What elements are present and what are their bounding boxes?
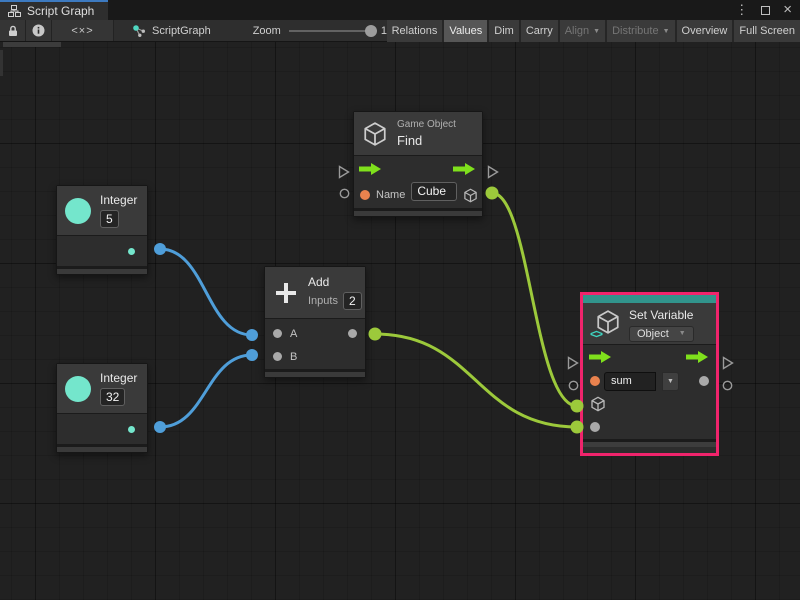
wire-endpoint[interactable]: [154, 421, 166, 433]
output-port-sum[interactable]: [348, 329, 357, 338]
flow-output-arrow-icon[interactable]: [686, 351, 710, 363]
lock-icon: [7, 25, 19, 37]
flow-output-arrow-icon[interactable]: [453, 163, 477, 175]
integer-type-icon: [65, 376, 91, 402]
input-port-b[interactable]: [273, 352, 282, 361]
node-title: Add: [308, 275, 362, 289]
dim-button[interactable]: Dim: [489, 20, 519, 42]
window-tab-bar: Script Graph ⋮ ×: [0, 0, 800, 20]
add-icon: [273, 280, 299, 306]
zoom-slider-handle[interactable]: [365, 25, 377, 37]
wire-integer5-to-add-a[interactable]: [160, 249, 252, 335]
maximize-icon[interactable]: [761, 6, 770, 15]
wire-endpoint[interactable]: [369, 328, 382, 341]
code-view-button[interactable]: <×>: [52, 20, 114, 41]
flow-output-terminal[interactable]: [487, 165, 499, 179]
gameobject-cube-icon: [362, 121, 388, 147]
wire-endpoint[interactable]: [246, 349, 258, 361]
node-title: Integer: [100, 371, 137, 385]
info-icon: [32, 24, 45, 37]
flow-input-arrow-icon[interactable]: [589, 351, 613, 363]
value-input-terminal[interactable]: [339, 188, 350, 199]
wire-add-to-setvariable-value[interactable]: [375, 334, 577, 427]
node-title: Set Variable: [629, 308, 693, 322]
align-button[interactable]: Align ▼: [560, 20, 605, 42]
chevron-down-icon: ▼: [593, 28, 600, 35]
node-title: Find: [397, 133, 456, 148]
wire-endpoint[interactable]: [154, 243, 166, 255]
zoom-slider[interactable]: [289, 30, 373, 32]
chevron-down-icon: ▼: [679, 330, 686, 337]
node-title: Integer: [100, 193, 137, 207]
graph-breadcrumb[interactable]: ScriptGraph: [114, 20, 225, 41]
inspect-button[interactable]: [26, 20, 52, 41]
string-input-port[interactable]: [360, 190, 370, 200]
input-port-a[interactable]: [273, 329, 282, 338]
inputs-count-field[interactable]: 2: [343, 292, 362, 310]
graph-icon: [132, 24, 146, 38]
target-object-port-icon[interactable]: [590, 396, 606, 412]
graph-canvas[interactable]: Integer 5 Integer 32: [0, 42, 800, 600]
value-output-terminal[interactable]: [722, 380, 733, 391]
tab-script-graph[interactable]: Script Graph: [0, 0, 108, 20]
output-port[interactable]: [128, 248, 135, 255]
inputs-label: Inputs: [308, 295, 338, 307]
code-icon: <×>: [71, 25, 93, 37]
node-category: Game Object: [397, 119, 456, 130]
relations-button[interactable]: Relations: [387, 20, 443, 42]
horizontal-scrollbar[interactable]: [3, 42, 61, 47]
flow-input-terminal[interactable]: [338, 165, 350, 179]
hierarchy-icon: [8, 5, 21, 17]
tab-title: Script Graph: [27, 4, 94, 18]
flow-input-terminal[interactable]: [567, 356, 579, 370]
carry-button[interactable]: Carry: [521, 20, 558, 42]
set-variable-icon: <>: [591, 309, 621, 339]
lock-button[interactable]: [0, 20, 26, 41]
flow-input-arrow-icon[interactable]: [359, 163, 383, 175]
variable-scope-dropdown[interactable]: Object ▼: [629, 326, 694, 342]
close-icon[interactable]: ×: [783, 0, 792, 20]
node-gameobject-find[interactable]: Game Object Find Name Cube: [353, 111, 483, 217]
wire-endpoint[interactable]: [246, 329, 258, 341]
name-port-label: Name: [376, 189, 405, 201]
wire-find-to-setvariable-object[interactable]: [492, 193, 577, 406]
node-integer-32[interactable]: Integer 32: [56, 363, 148, 453]
node-add[interactable]: Add Inputs 2 A B: [264, 266, 366, 378]
integer-type-icon: [65, 198, 91, 224]
chevron-down-icon: ▼: [663, 28, 670, 35]
wire-endpoint[interactable]: [486, 187, 499, 200]
node-footer: [583, 439, 716, 447]
fullscreen-button[interactable]: Full Screen: [734, 20, 800, 42]
value-output-port[interactable]: [699, 376, 709, 386]
variable-dropdown-button[interactable]: ▼: [662, 372, 679, 391]
wire-integer32-to-add-b[interactable]: [160, 355, 252, 427]
distribute-button[interactable]: Distribute ▼: [607, 20, 674, 42]
node-footer: [57, 266, 147, 274]
node-footer: [57, 444, 147, 452]
name-input-field[interactable]: Cube: [411, 182, 457, 201]
overview-button[interactable]: Overview: [677, 20, 733, 42]
menu-icon[interactable]: ⋮: [735, 0, 748, 20]
value-input-terminal[interactable]: [568, 380, 579, 391]
vertical-scrollbar[interactable]: [0, 50, 3, 76]
output-port[interactable]: [128, 426, 135, 433]
graph-toolbar: <×> ScriptGraph Zoom 1x Relations Values…: [0, 20, 800, 42]
node-footer: [265, 369, 365, 377]
variable-name-dropdown[interactable]: sum: [604, 372, 656, 391]
gameobject-output-icon[interactable]: [463, 188, 478, 203]
zoom-label: Zoom: [253, 25, 281, 37]
integer-value-field[interactable]: 32: [100, 388, 125, 406]
graph-name: ScriptGraph: [152, 25, 211, 37]
variable-name-port[interactable]: [590, 376, 600, 386]
node-integer-5[interactable]: Integer 5: [56, 185, 148, 275]
variable-color-strip: [583, 295, 716, 303]
node-footer: [354, 208, 482, 216]
node-set-variable-selected[interactable]: <> Set Variable Object ▼ sum ▼: [580, 292, 719, 456]
integer-value-field[interactable]: 5: [100, 210, 119, 228]
angle-brackets-icon: <>: [590, 327, 602, 341]
value-input-port[interactable]: [590, 422, 600, 432]
flow-output-terminal[interactable]: [722, 356, 734, 370]
values-button[interactable]: Values: [444, 20, 487, 42]
